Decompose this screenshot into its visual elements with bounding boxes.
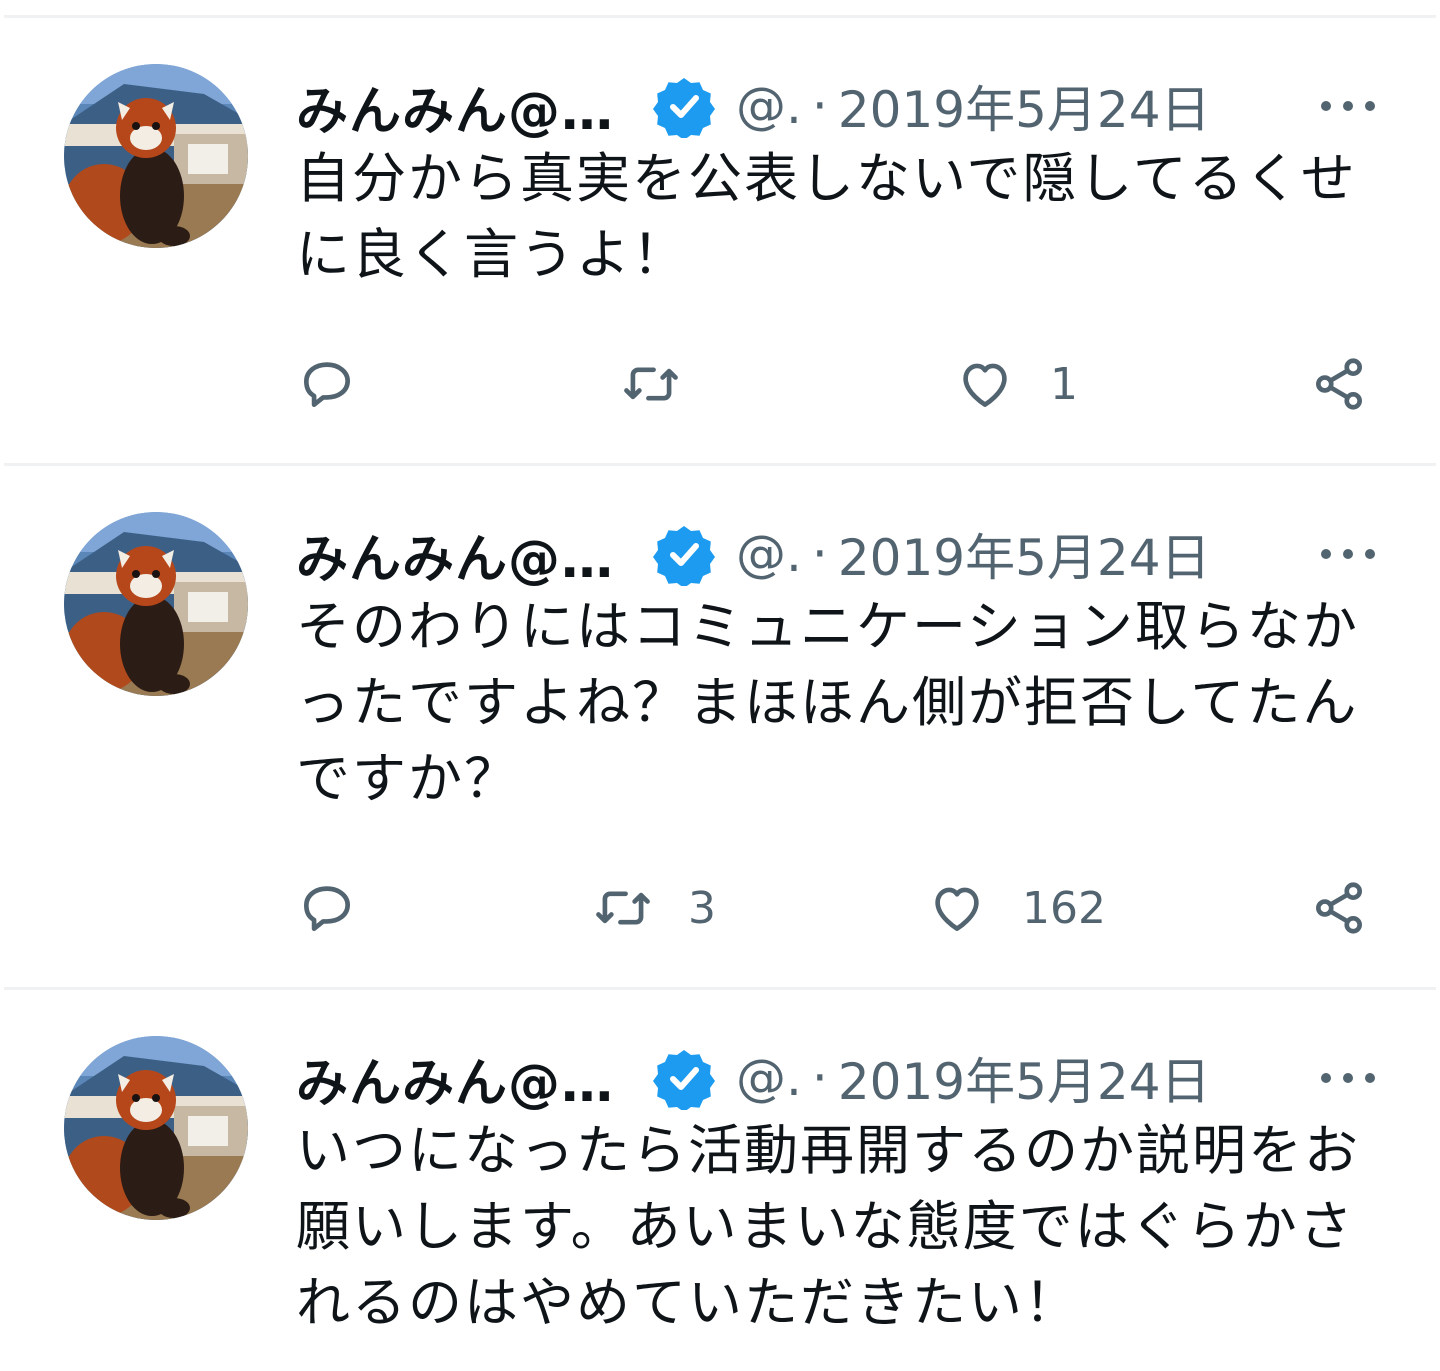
share-icon (1316, 358, 1362, 410)
reply-button[interactable] (296, 348, 392, 420)
tweet-actions: 3 162 (296, 872, 1380, 944)
tweet-text: 自分から真実を公表しないで隠してるくせに良く言うよ！ (296, 147, 1357, 286)
retweet-icon (624, 367, 678, 401)
separator-dot: · (811, 1049, 828, 1107)
avatar[interactable] (64, 64, 248, 248)
more-icon[interactable] (1316, 530, 1380, 578)
more-icon[interactable] (1316, 82, 1380, 130)
timestamp[interactable]: 2019年5月24日 (838, 518, 1211, 590)
tweet-feed: みんみん@… @. · 2019年5月24日 自分から真実を公表しないで隠してる… (0, 0, 1440, 1371)
display-name[interactable]: みんみん@… (296, 69, 614, 144)
separator-dot: · (811, 77, 828, 135)
tweet[interactable]: みんみん@… @. · 2019年5月24日 自分から真実を公表しないで隠してる… (0, 16, 1440, 464)
share-button[interactable] (1308, 348, 1370, 420)
tweet-header: みんみん@… @. · 2019年5月24日 (296, 68, 1380, 144)
retweet-button[interactable] (620, 348, 716, 420)
avatar[interactable] (64, 1036, 248, 1220)
reply-button[interactable] (296, 872, 392, 944)
timestamp[interactable]: 2019年5月24日 (838, 1042, 1211, 1114)
handle[interactable]: @. (736, 525, 802, 583)
like-button[interactable]: 1 (954, 348, 1078, 420)
tweet-actions: 1 (296, 348, 1380, 420)
like-icon (935, 887, 979, 931)
verified-badge-icon (653, 1050, 716, 1110)
avatar[interactable] (64, 512, 248, 696)
share-button[interactable] (1308, 872, 1370, 944)
tweet-header: みんみん@… @. · 2019年5月24日 (296, 1040, 1380, 1116)
reply-icon (304, 886, 350, 931)
tweet-text: そのわりにはコミュニケーション取らなかったですよね？まほほん側が拒否してたんです… (296, 595, 1359, 810)
tweet[interactable]: みんみん@… @. · 2019年5月24日 いつになったら活動再開するのか説明… (0, 988, 1440, 1371)
display-name[interactable]: みんみん@… (296, 1041, 614, 1116)
verified-badge-icon (653, 526, 716, 586)
more-icon[interactable] (1316, 1054, 1380, 1102)
retweet-button[interactable]: 3 (592, 872, 716, 944)
avatar-red-panda-image (64, 1036, 248, 1220)
retweet-icon (596, 891, 650, 925)
handle[interactable]: @. (736, 1049, 802, 1107)
avatar-red-panda-image (64, 512, 248, 696)
like-icon (963, 363, 1007, 407)
avatar-red-panda-image (64, 64, 248, 248)
separator-dot: · (811, 525, 828, 583)
timestamp[interactable]: 2019年5月24日 (838, 70, 1211, 142)
reply-icon (304, 362, 350, 407)
handle[interactable]: @. (736, 77, 802, 135)
verified-badge-icon (653, 78, 716, 138)
display-name[interactable]: みんみん@… (296, 517, 614, 592)
retweet-count: 3 (688, 882, 716, 934)
like-count: 162 (1022, 882, 1106, 934)
tweet-text: いつになったら活動再開するのか説明をお願いします。あいまいな態度ではぐらかされる… (296, 1119, 1360, 1334)
like-count: 1 (1050, 358, 1078, 410)
like-button[interactable]: 162 (926, 872, 1106, 944)
tweet[interactable]: みんみん@… @. · 2019年5月24日 そのわりにはコミュニケーション取ら… (0, 464, 1440, 988)
share-icon (1316, 882, 1362, 934)
tweet-header: みんみん@… @. · 2019年5月24日 (296, 516, 1380, 592)
